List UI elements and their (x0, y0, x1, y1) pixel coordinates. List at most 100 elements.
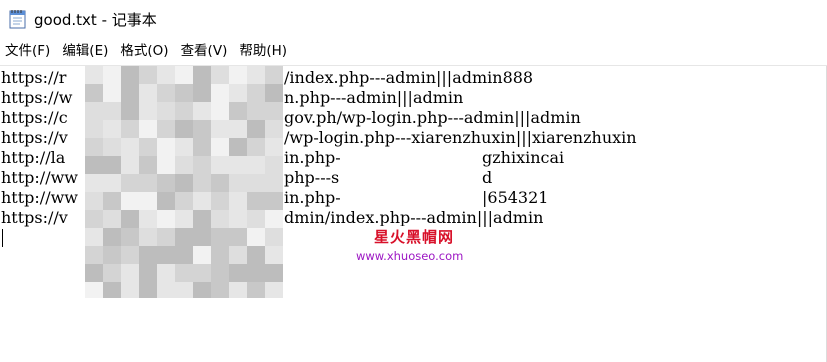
mosaic-cell (157, 138, 175, 156)
mosaic-cell (103, 228, 121, 246)
mosaic-cell (265, 84, 283, 102)
mosaic-cell (85, 228, 103, 246)
mosaic-cell (193, 210, 211, 228)
mosaic-cell (175, 66, 193, 84)
mosaic-cell (265, 138, 283, 156)
mosaic-cell (247, 282, 265, 298)
mosaic-cell (121, 66, 139, 84)
mosaic-cell (157, 192, 175, 210)
mosaic-cell (121, 282, 139, 298)
mosaic-cell (211, 102, 229, 120)
mosaic-cell (193, 120, 211, 138)
menu-view[interactable]: 查看(V) (175, 40, 234, 62)
mosaic-cell (247, 192, 265, 210)
mosaic-cell (139, 228, 157, 246)
mosaic-cell (157, 120, 175, 138)
text-line: http://ww php---s d (1, 168, 492, 188)
mosaic-cell (121, 138, 139, 156)
mosaic-cell (193, 66, 211, 84)
mosaic-cell (85, 246, 103, 264)
title-bar: good.txt - 记事本 (0, 0, 827, 38)
mosaic-cell (85, 120, 103, 138)
menu-format[interactable]: 格式(O) (114, 40, 174, 62)
mosaic-cell (139, 174, 157, 192)
text-line: http://la in.php- gzhixincai (1, 148, 564, 168)
mosaic-cell (121, 84, 139, 102)
menu-help[interactable]: 帮助(H) (233, 40, 293, 62)
mosaic-cell (157, 102, 175, 120)
mosaic-cell (229, 192, 247, 210)
mosaic-cell (193, 246, 211, 264)
mosaic-cell (229, 66, 247, 84)
menu-file[interactable]: 文件(F) (0, 40, 56, 62)
text-editor[interactable]: https://r /index.php---admin|||admin888 … (0, 65, 827, 362)
mosaic-cell (247, 210, 265, 228)
menu-edit[interactable]: 编辑(E) (56, 40, 114, 62)
mosaic-cell (139, 138, 157, 156)
text-line: https://v /wp-login.php---xiarenzhuxin||… (1, 128, 637, 148)
mosaic-cell (247, 138, 265, 156)
mosaic-cell (265, 156, 283, 174)
mosaic-cell (247, 174, 265, 192)
mosaic-cell (229, 120, 247, 138)
mosaic-cell (139, 84, 157, 102)
menu-bar: 文件(F) 编辑(E) 格式(O) 查看(V) 帮助(H) (0, 38, 827, 64)
mosaic-cell (175, 174, 193, 192)
text-line: https://c gov.ph/wp-login.php---admin|||… (1, 108, 581, 128)
mosaic-cell (139, 66, 157, 84)
mosaic-cell (103, 210, 121, 228)
watermark-title: 星火黑帽网 (374, 228, 455, 246)
mosaic-cell (103, 282, 121, 298)
mosaic-cell (229, 174, 247, 192)
mosaic-cell (265, 120, 283, 138)
mosaic-cell (211, 228, 229, 246)
mosaic-cell (229, 282, 247, 298)
mosaic-cell (247, 102, 265, 120)
line-prefix: https://w (1, 88, 73, 107)
mosaic-cell (193, 174, 211, 192)
mosaic-cell (157, 156, 175, 174)
line-prefix: https://c (1, 108, 68, 127)
text-line: https://r /index.php---admin|||admin888 (1, 68, 533, 88)
mosaic-cell (175, 192, 193, 210)
mosaic-cell (121, 174, 139, 192)
line-prefix: https://v (1, 208, 68, 227)
mosaic-cell (193, 84, 211, 102)
notepad-icon (9, 9, 27, 29)
mosaic-cell (265, 210, 283, 228)
mosaic-cell (211, 66, 229, 84)
mosaic-cell (247, 156, 265, 174)
mosaic-cell (229, 246, 247, 264)
line-prefix: https://r (1, 68, 67, 87)
mosaic-cell (103, 102, 121, 120)
mosaic-cell (265, 282, 283, 298)
mosaic-cell (139, 120, 157, 138)
mosaic-cell (85, 156, 103, 174)
mosaic-cell (247, 264, 265, 282)
line-tail: d (482, 168, 493, 187)
mosaic-cell (157, 210, 175, 228)
mosaic-cell (121, 246, 139, 264)
mosaic-cell (139, 246, 157, 264)
mosaic-cell (85, 174, 103, 192)
mosaic-cell (229, 264, 247, 282)
mosaic-cell (229, 102, 247, 120)
mosaic-cell (175, 84, 193, 102)
line-suffix: n.php---admin|||admin (284, 88, 464, 107)
mosaic-cell (265, 192, 283, 210)
text-line: https://v dmin/index.php---admin|||admin (1, 208, 543, 228)
line-suffix: in.php- (284, 188, 341, 207)
line-prefix: http://ww (1, 188, 78, 207)
mosaic-cell (157, 228, 175, 246)
mosaic-cell (157, 84, 175, 102)
mosaic-cell (193, 102, 211, 120)
mosaic-cell (265, 246, 283, 264)
mosaic-cell (229, 210, 247, 228)
mosaic-cell (211, 264, 229, 282)
mosaic-cell (85, 66, 103, 84)
line-suffix: gov.ph/wp-login.php---admin|||admin (284, 108, 581, 127)
mosaic-cell (265, 102, 283, 120)
mosaic-cell (193, 282, 211, 298)
mosaic-cell (247, 120, 265, 138)
mosaic-cell (175, 102, 193, 120)
